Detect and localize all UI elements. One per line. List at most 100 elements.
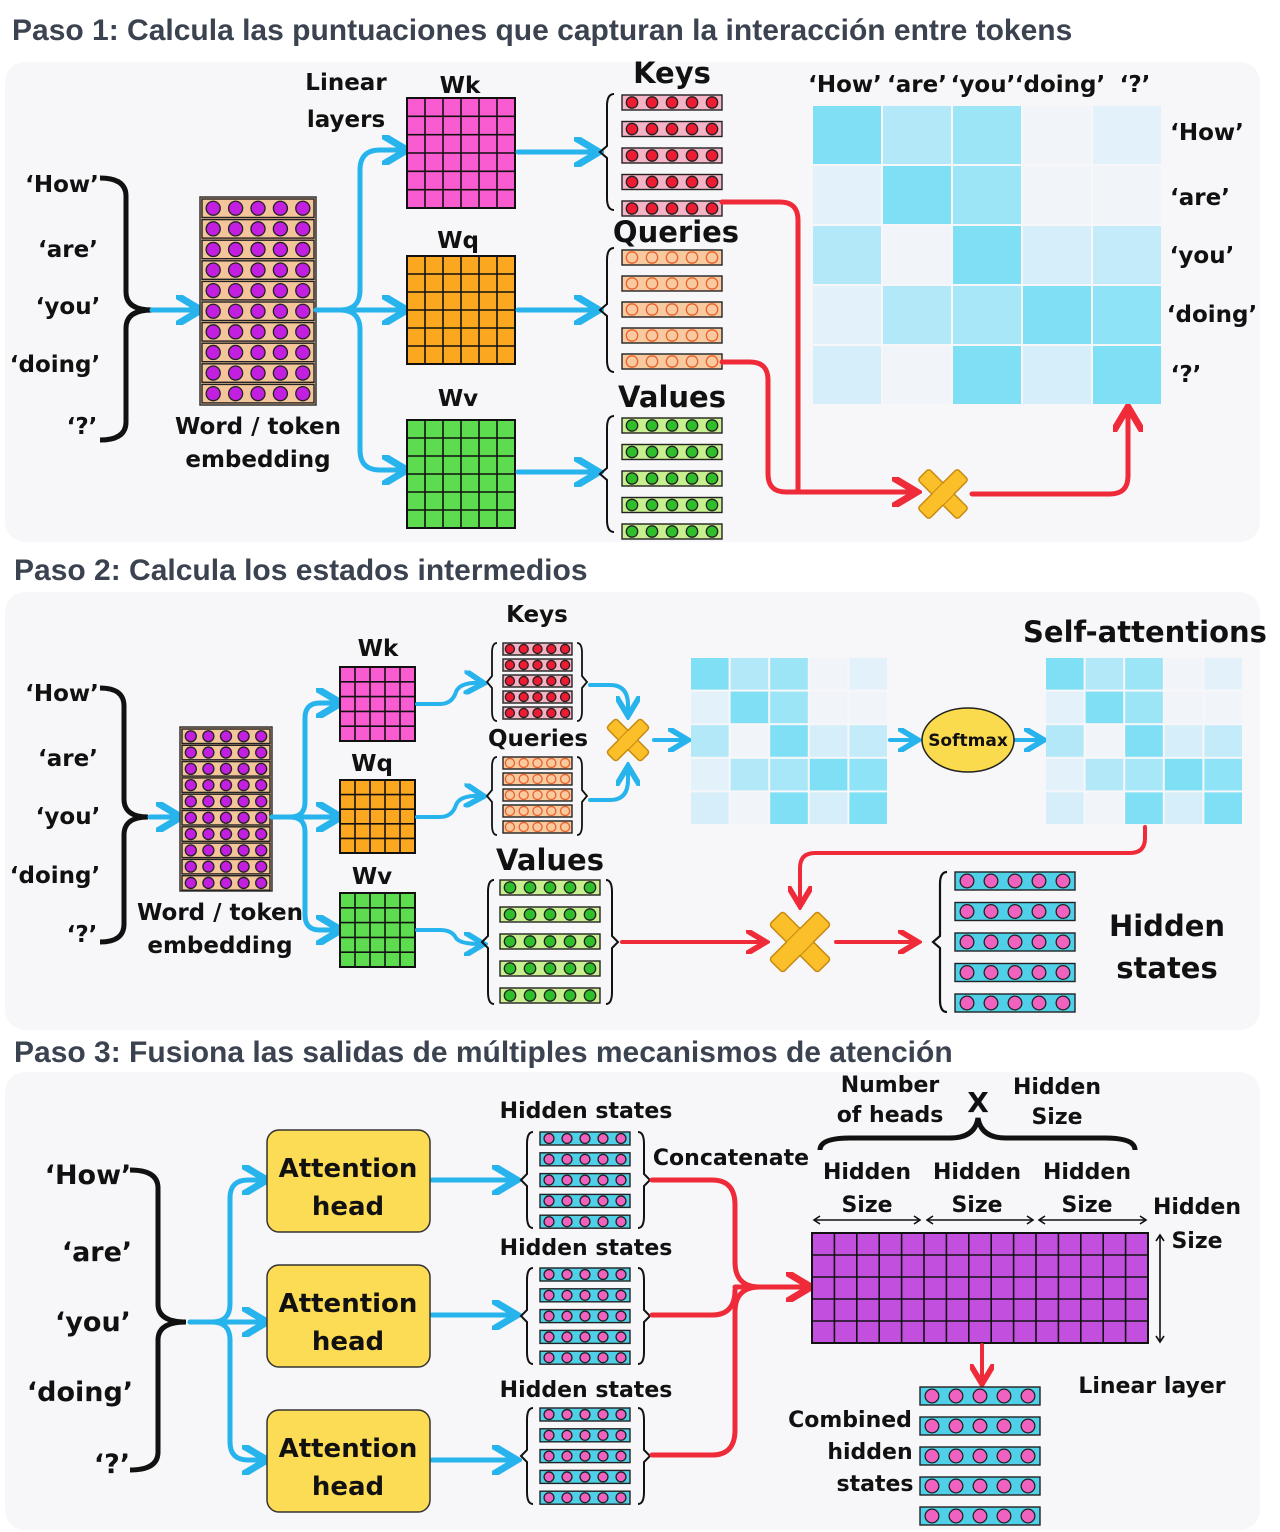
vector-element bbox=[561, 1408, 573, 1421]
heatmap-cell bbox=[1046, 658, 1084, 690]
vector-element bbox=[665, 96, 679, 109]
heatmap-row-label: ‘?’ bbox=[1171, 362, 1202, 388]
vector-element bbox=[665, 419, 679, 432]
token-label: ‘are’ bbox=[38, 237, 98, 263]
vector-element bbox=[546, 773, 557, 785]
vector-element bbox=[518, 757, 529, 769]
heatmap-cell bbox=[770, 758, 808, 791]
heatmap-cell bbox=[1125, 792, 1163, 824]
vector-element bbox=[255, 762, 268, 776]
vector-element bbox=[1031, 873, 1047, 889]
vector-element bbox=[227, 200, 244, 216]
vector-element bbox=[503, 989, 517, 1002]
heatmap-col-label: ‘How’ bbox=[808, 72, 882, 98]
vector-element bbox=[184, 811, 197, 824]
vector-element bbox=[504, 707, 516, 719]
vector-element bbox=[561, 1174, 573, 1186]
vector-element bbox=[579, 1153, 591, 1165]
vector-element bbox=[219, 762, 233, 776]
heatmap-cell bbox=[1085, 658, 1124, 690]
vector-element bbox=[504, 757, 516, 769]
vector-element bbox=[625, 202, 639, 215]
heatmap-cell bbox=[1046, 691, 1084, 724]
vector-element bbox=[1020, 1418, 1036, 1434]
token-label: ‘doing’ bbox=[10, 352, 100, 378]
vector-element bbox=[615, 1450, 627, 1462]
vector-element bbox=[237, 876, 250, 890]
vector-element bbox=[597, 1492, 609, 1504]
vector-element bbox=[959, 904, 975, 919]
vector-element bbox=[948, 1448, 964, 1464]
vector-element bbox=[645, 419, 659, 432]
heatmap-cell bbox=[1046, 725, 1084, 757]
concatenate-label: Concatenate bbox=[653, 1146, 809, 1171]
vector-element bbox=[255, 876, 268, 890]
vector-element bbox=[561, 1331, 573, 1343]
linear-layers-label: layers bbox=[307, 107, 385, 133]
vector-element bbox=[924, 1508, 940, 1524]
heatmap-cell bbox=[1085, 792, 1124, 824]
vector-element bbox=[972, 1418, 988, 1434]
vector-element bbox=[579, 1310, 591, 1322]
heatmap-cell bbox=[770, 658, 808, 690]
heatmap-cell bbox=[770, 792, 808, 824]
vector-element bbox=[983, 873, 999, 889]
vector-element bbox=[543, 1268, 555, 1281]
vector-element bbox=[665, 303, 679, 316]
heatmap-row-label: ‘you’ bbox=[1170, 243, 1235, 269]
vector-element bbox=[546, 805, 557, 817]
vector-element bbox=[665, 525, 679, 538]
vector-element bbox=[625, 472, 639, 485]
token-label: ‘are’ bbox=[62, 1237, 132, 1268]
vector-element bbox=[237, 762, 250, 776]
wk-matrix bbox=[339, 666, 416, 742]
vector-element bbox=[523, 962, 537, 975]
vector-element bbox=[543, 1471, 555, 1483]
vector-element bbox=[559, 821, 571, 833]
vector-element bbox=[563, 935, 577, 948]
vector-element bbox=[996, 1478, 1012, 1494]
heatmap-cell bbox=[1204, 792, 1242, 824]
vector-element bbox=[1031, 934, 1047, 950]
vector-element bbox=[615, 1408, 627, 1421]
heatmap-cell bbox=[1164, 658, 1203, 690]
attention-head-label: Attention bbox=[279, 1289, 418, 1319]
heatmap-cell bbox=[1093, 226, 1161, 284]
vector-element bbox=[202, 811, 215, 824]
vector-element bbox=[250, 303, 266, 319]
vector-element bbox=[227, 344, 244, 361]
wq-label: Wq bbox=[437, 228, 479, 254]
vector-element bbox=[615, 1132, 627, 1145]
vector-element bbox=[559, 805, 571, 817]
vector-element bbox=[583, 962, 597, 975]
vector-element bbox=[685, 96, 699, 109]
token-label: ‘?’ bbox=[67, 414, 98, 440]
vector-element bbox=[237, 811, 250, 824]
vector-element bbox=[518, 789, 529, 801]
vector-element bbox=[255, 860, 268, 873]
wq-matrix-body bbox=[339, 779, 416, 854]
vector-element bbox=[205, 221, 221, 237]
vector-element bbox=[237, 746, 250, 759]
vector-element bbox=[1007, 904, 1023, 919]
vector-element bbox=[504, 643, 516, 655]
vector-element bbox=[219, 827, 233, 841]
vector-element bbox=[579, 1429, 591, 1441]
vector-element bbox=[504, 773, 516, 785]
heatmap-cell bbox=[849, 658, 887, 690]
heatmap-cell bbox=[813, 226, 881, 284]
vector-element bbox=[561, 1492, 573, 1504]
vector-element bbox=[705, 251, 719, 264]
vector-element bbox=[597, 1216, 609, 1228]
heatmap-cell bbox=[1204, 658, 1242, 690]
vector-element bbox=[705, 355, 719, 368]
vector-element bbox=[924, 1388, 940, 1404]
vector-element bbox=[295, 324, 311, 340]
heatmap-cell bbox=[691, 792, 729, 824]
vector-element bbox=[1020, 1388, 1036, 1404]
vector-element bbox=[625, 329, 639, 342]
vector-element bbox=[579, 1132, 591, 1145]
token-label: ‘you’ bbox=[36, 804, 101, 830]
hidden-states-label: Hidden states bbox=[500, 1378, 673, 1403]
vector-element bbox=[546, 643, 557, 655]
